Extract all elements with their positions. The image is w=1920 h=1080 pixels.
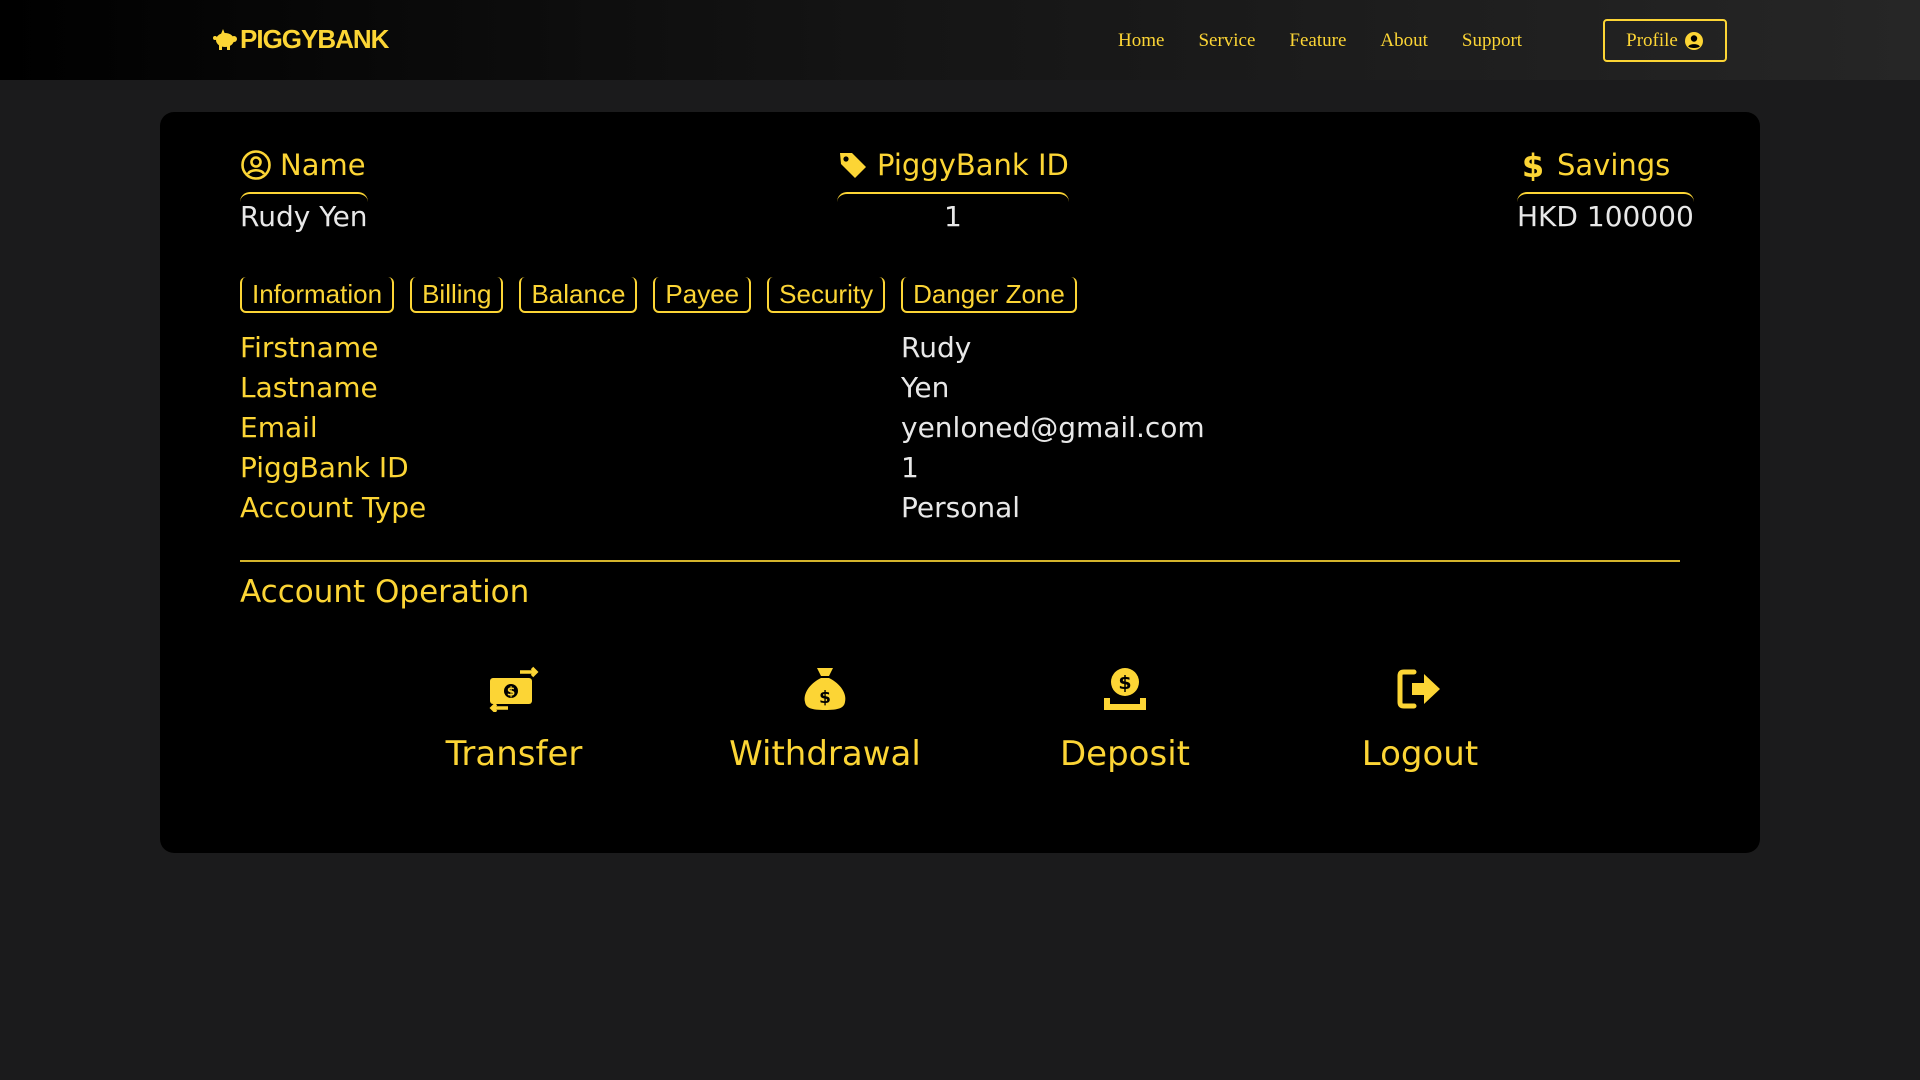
user-circle-icon	[1684, 31, 1703, 50]
brand-logo[interactable]: PIGGYBANK	[212, 22, 389, 56]
svg-text:$: $	[507, 685, 515, 699]
section-divider	[240, 560, 1680, 562]
account-operation-title: Account Operation	[240, 574, 530, 610]
summary-savings: $ Savings HKD 100000	[1517, 148, 1694, 233]
profile-button-label: Profile	[1626, 29, 1678, 51]
dollar-icon: $	[1522, 149, 1544, 181]
logout-icon	[1397, 669, 1440, 709]
account-tabs: Information Billing Balance Payee Securi…	[240, 277, 1077, 313]
money-transfer-icon: $	[489, 666, 539, 712]
info-row-piggybank-id: PiggBank ID 1	[240, 447, 1680, 487]
nav-link-home[interactable]: Home	[1118, 30, 1164, 52]
svg-text:$: $	[819, 688, 831, 708]
deposit-coin-icon: $	[1104, 668, 1146, 710]
info-value: Personal	[901, 490, 1021, 524]
piggybank-id-value: 1	[837, 192, 1069, 233]
info-value: Rudy	[901, 330, 972, 364]
transfer-button[interactable]: $ Transfer	[444, 666, 584, 774]
piggybank-id-label: PiggyBank ID	[877, 148, 1069, 182]
money-bag-icon: $	[804, 668, 846, 710]
info-key: Account Type	[240, 490, 427, 524]
name-value: Rudy Yen	[240, 192, 368, 233]
tab-information[interactable]: Information	[240, 277, 395, 313]
info-key: Firstname	[240, 330, 379, 364]
nav-link-about[interactable]: About	[1380, 30, 1428, 52]
piggy-icon	[213, 29, 237, 50]
info-key: PiggBank ID	[240, 450, 409, 484]
info-row-lastname: Lastname Yen	[240, 367, 1680, 407]
name-label: Name	[280, 148, 366, 182]
summary-name: Name Rudy Yen	[240, 148, 368, 233]
tab-payee[interactable]: Payee	[653, 277, 752, 313]
logout-button[interactable]: Logout	[1355, 666, 1485, 774]
info-row-account-type: Account Type Personal	[240, 487, 1680, 527]
withdrawal-label: Withdrawal	[729, 734, 921, 774]
tag-icon	[840, 153, 866, 178]
info-value: Yen	[901, 370, 950, 404]
info-value: 1	[901, 450, 919, 484]
account-operations: $ Transfer $ Withdrawal $ Deposit Logout	[160, 666, 1760, 786]
info-row-firstname: Firstname Rudy	[240, 327, 1680, 367]
savings-label: Savings	[1557, 148, 1671, 182]
account-card: Name Rudy Yen PiggyBank ID 1 $ Savings H…	[160, 112, 1760, 853]
info-key: Lastname	[240, 370, 378, 404]
tab-billing[interactable]: Billing	[410, 277, 504, 313]
information-table: Firstname Rudy Lastname Yen Email yenlon…	[240, 327, 1680, 527]
brand-name: PIGGYBANK	[240, 23, 389, 54]
nav-link-support[interactable]: Support	[1462, 30, 1522, 52]
svg-text:$: $	[1118, 672, 1131, 694]
summary-id: PiggyBank ID 1	[837, 148, 1069, 233]
nav-link-feature[interactable]: Feature	[1289, 30, 1346, 52]
top-navbar: PIGGYBANK Home Service Feature About Sup…	[0, 0, 1920, 80]
info-value: yenloned@gmail.com	[901, 410, 1205, 444]
user-circle-outline-icon	[241, 150, 271, 180]
deposit-label: Deposit	[1060, 734, 1190, 774]
deposit-button[interactable]: $ Deposit	[1055, 666, 1195, 774]
tab-balance[interactable]: Balance	[519, 277, 638, 313]
tab-security[interactable]: Security	[767, 277, 886, 313]
savings-value: HKD 100000	[1517, 192, 1694, 233]
withdrawal-button[interactable]: $ Withdrawal	[725, 666, 925, 774]
svg-text:$: $	[1522, 149, 1544, 181]
info-key: Email	[240, 410, 318, 444]
info-row-email: Email yenloned@gmail.com	[240, 407, 1680, 447]
logout-label: Logout	[1361, 734, 1479, 774]
nav-link-service[interactable]: Service	[1198, 30, 1255, 52]
transfer-label: Transfer	[445, 734, 583, 774]
tab-danger-zone[interactable]: Danger Zone	[901, 277, 1077, 313]
nav-links: Home Service Feature About Support	[1118, 26, 1556, 56]
profile-button[interactable]: Profile	[1603, 19, 1727, 62]
